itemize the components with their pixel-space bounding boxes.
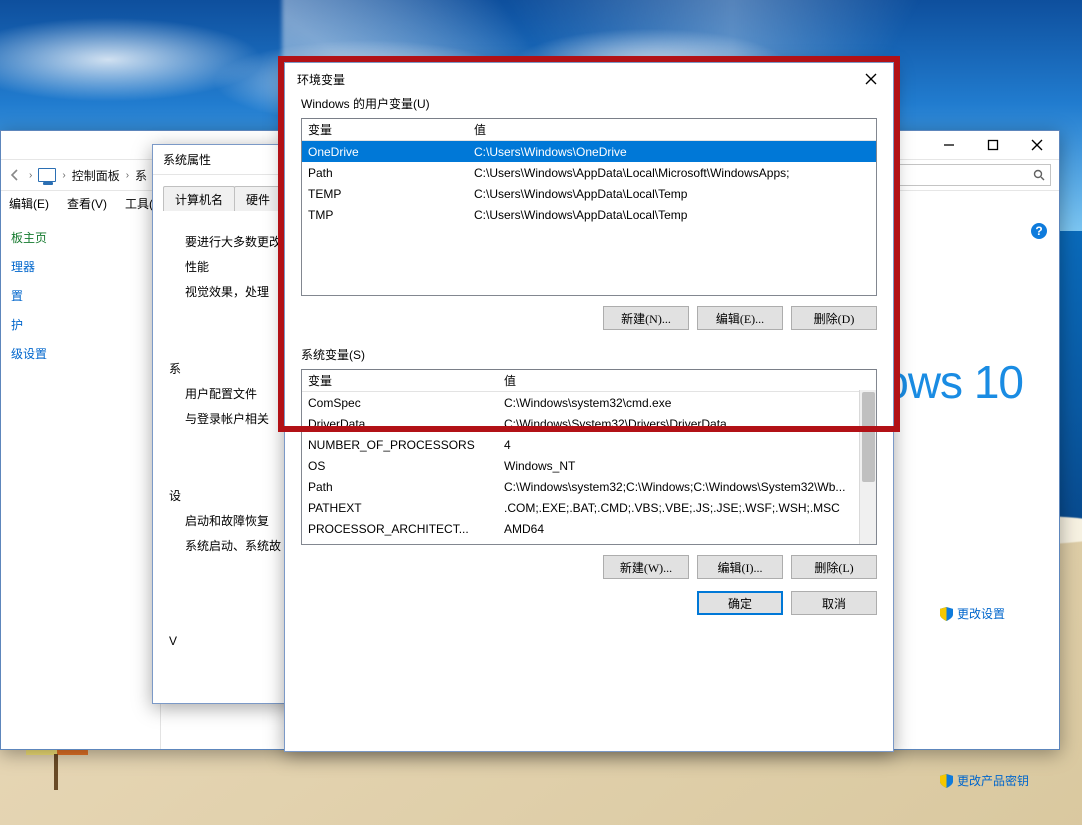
col-header-value[interactable]: 值 (468, 121, 876, 138)
table-row[interactable]: TEMPC:\Users\Windows\AppData\Local\Temp (302, 183, 876, 204)
var-name-cell: ComSpec (302, 396, 498, 410)
menu-view[interactable]: 查看(V) (67, 195, 107, 212)
sys-new-button[interactable]: 新建(W)... (603, 555, 689, 579)
table-row[interactable]: OneDriveC:\Users\Windows\OneDrive (302, 141, 876, 162)
var-value-cell: C:\Windows\system32;C:\Windows;C:\Window… (498, 480, 876, 494)
var-name-cell: TEMP (302, 187, 468, 201)
help-icon[interactable]: ? (1031, 223, 1047, 239)
var-value-cell: C:\Users\Windows\AppData\Local\Temp (468, 187, 876, 201)
breadcrumb-item[interactable]: 控制面板 (72, 167, 120, 184)
user-edit-button[interactable]: 编辑(E)... (697, 306, 783, 330)
var-name-cell: PROCESSOR_ARCHITECT... (302, 522, 498, 536)
sidebar-header: 板主页 (11, 229, 150, 246)
shield-icon (940, 774, 953, 788)
scrollbar-thumb[interactable] (862, 392, 875, 482)
ok-button[interactable]: 确定 (697, 591, 783, 615)
var-name-cell: OS (302, 459, 498, 473)
cancel-button[interactable]: 取消 (791, 591, 877, 615)
cp-maximize-button[interactable] (971, 131, 1015, 159)
user-delete-button[interactable]: 删除(D) (791, 306, 877, 330)
table-row[interactable]: NUMBER_OF_PROCESSORS4 (302, 434, 876, 455)
nav-back-icon[interactable] (7, 167, 23, 183)
link-change-product-key[interactable]: 更改产品密钥 (940, 772, 1029, 789)
user-new-button[interactable]: 新建(N)... (603, 306, 689, 330)
dialog-title: 系统属性 (163, 151, 211, 168)
sidebar-item[interactable]: 护 (11, 316, 150, 333)
var-name-cell: NUMBER_OF_PROCESSORS (302, 438, 498, 452)
var-value-cell: C:\Windows\system32\cmd.exe (498, 396, 876, 410)
var-name-cell: PATHEXT (302, 501, 498, 515)
sidebar-item[interactable]: 级设置 (11, 345, 150, 362)
var-value-cell: 4 (498, 438, 876, 452)
col-header-variable[interactable]: 变量 (302, 372, 498, 389)
cp-close-button[interactable] (1015, 131, 1059, 159)
var-value-cell: C:\Users\Windows\OneDrive (468, 145, 876, 159)
var-value-cell: Windows_NT (498, 459, 876, 473)
var-name-cell: TMP (302, 208, 468, 222)
var-name-cell: Path (302, 166, 468, 180)
table-row[interactable]: TMPC:\Users\Windows\AppData\Local\Temp (302, 204, 876, 225)
col-header-value[interactable]: 值 (498, 372, 876, 389)
search-icon (1033, 169, 1045, 181)
breadcrumb-item[interactable]: 系 (135, 167, 147, 184)
table-row[interactable]: PATHEXT.COM;.EXE;.BAT;.CMD;.VBS;.VBE;.JS… (302, 497, 876, 518)
var-value-cell: .COM;.EXE;.BAT;.CMD;.VBS;.VBE;.JS;.JSE;.… (498, 501, 876, 515)
link-change-settings[interactable]: 更改设置 (940, 605, 1029, 622)
sidebar-item[interactable]: 理器 (11, 258, 150, 275)
menu-edit[interactable]: 编辑(E) (9, 195, 49, 212)
table-row[interactable]: OSWindows_NT (302, 455, 876, 476)
table-row[interactable]: DriverDataC:\Windows\System32\Drivers\Dr… (302, 413, 876, 434)
cp-sidebar: 板主页 理器 置 护 级设置 (1, 215, 161, 749)
shield-icon (940, 607, 953, 621)
cp-minimize-button[interactable] (927, 131, 971, 159)
table-row[interactable]: PathC:\Windows\system32;C:\Windows;C:\Wi… (302, 476, 876, 497)
col-header-variable[interactable]: 变量 (302, 121, 468, 138)
sys-edit-button[interactable]: 编辑(I)... (697, 555, 783, 579)
tab-computer-name[interactable]: 计算机名 (163, 186, 235, 211)
sys-vars-table[interactable]: 变量 值 ComSpecC:\Windows\system32\cmd.exeD… (301, 369, 877, 545)
sys-vars-scrollbar[interactable] (859, 390, 876, 544)
var-value-cell: C:\Users\Windows\AppData\Local\Microsoft… (468, 166, 876, 180)
control-panel-icon (38, 168, 56, 182)
var-value-cell: AMD64 (498, 522, 876, 536)
table-row[interactable]: ComSpecC:\Windows\system32\cmd.exe (302, 392, 876, 413)
sys-delete-button[interactable]: 删除(L) (791, 555, 877, 579)
var-value-cell: C:\Windows\System32\Drivers\DriverData (498, 417, 876, 431)
sys-vars-label: 系统变量(S) (301, 346, 877, 363)
var-name-cell: DriverData (302, 417, 498, 431)
env-close-button[interactable] (849, 65, 893, 93)
var-name-cell: OneDrive (302, 145, 468, 159)
user-vars-table[interactable]: 变量 值 OneDriveC:\Users\Windows\OneDrivePa… (301, 118, 877, 296)
var-value-cell: C:\Users\Windows\AppData\Local\Temp (468, 208, 876, 222)
tab-hardware[interactable]: 硬件 (234, 186, 282, 211)
user-vars-label: Windows 的用户变量(U) (301, 95, 877, 112)
dialog-title: 环境变量 (297, 71, 345, 88)
table-row[interactable]: PathC:\Users\Windows\AppData\Local\Micro… (302, 162, 876, 183)
chevron-right-icon: › (27, 170, 34, 181)
var-name-cell: Path (302, 480, 498, 494)
windows10-label: lows 10 (874, 355, 1023, 409)
environment-variables-dialog: 环境变量 Windows 的用户变量(U) 变量 值 OneDriveC:\Us… (284, 62, 894, 752)
sidebar-item[interactable]: 置 (11, 287, 150, 304)
table-row[interactable]: PROCESSOR_ARCHITECT...AMD64 (302, 518, 876, 539)
